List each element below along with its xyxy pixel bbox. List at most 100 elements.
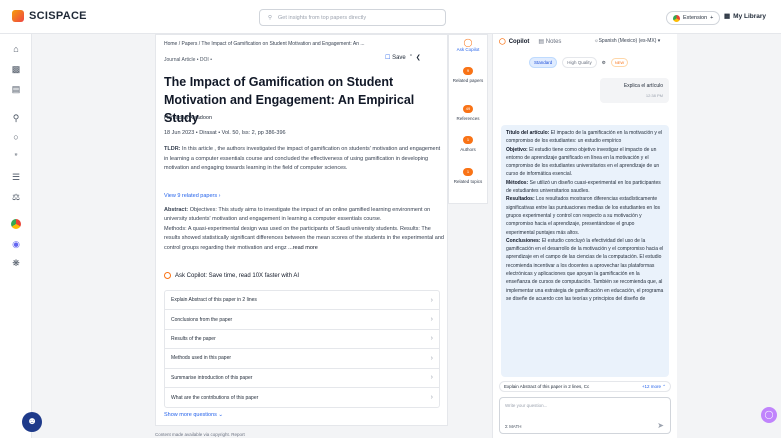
user-message-text: Explica el artículo bbox=[623, 83, 663, 89]
cite-icon[interactable]: ” bbox=[410, 55, 412, 61]
bookmark-icon: ☐ bbox=[385, 55, 391, 61]
side-rail: ◯ Ask Copilot 9 Related papers 49 Refere… bbox=[448, 34, 488, 204]
rail-references[interactable]: 49 References bbox=[449, 105, 487, 121]
answer-label: Resultados: bbox=[506, 196, 535, 203]
quote-icon[interactable]: ” bbox=[10, 151, 22, 163]
send-icon[interactable]: ➤ bbox=[657, 421, 664, 430]
save-button[interactable]: ☐ Save bbox=[385, 54, 406, 61]
search-input[interactable]: ⚲ Get insights from top papers directly bbox=[259, 9, 446, 26]
chevron-down-icon: ▾ bbox=[657, 38, 661, 44]
copilot-icon: ◯ bbox=[463, 38, 473, 47]
chevron-right-icon: › bbox=[430, 394, 433, 402]
count-badge: 1 bbox=[463, 168, 473, 176]
chevron-down-icon: ⌄ bbox=[218, 412, 224, 418]
tldr-section: TLDR: In this article , the authors inve… bbox=[164, 145, 444, 174]
mode-standard[interactable]: Standard bbox=[529, 57, 558, 68]
help-button[interactable]: ☻ bbox=[22, 412, 42, 432]
count-badge: 9 bbox=[463, 67, 473, 75]
count-badge: 1 bbox=[463, 136, 473, 144]
notes-icon: ▤ bbox=[538, 39, 545, 45]
rail-label: Related papers bbox=[452, 78, 484, 83]
question-input[interactable]: Write your question... Σ MATH ➤ bbox=[499, 397, 671, 434]
question-item[interactable]: Results of the paper › bbox=[165, 330, 439, 350]
answer-label: Métodos: bbox=[506, 179, 529, 186]
tab-notes[interactable]: ▤ Notes bbox=[538, 38, 561, 45]
search-placeholder: Get insights from top papers directly bbox=[278, 14, 367, 21]
mode-high-quality[interactable]: High Quality bbox=[562, 57, 597, 68]
app-logo[interactable]: SCISPACE bbox=[12, 10, 87, 22]
read-more-link[interactable]: ...read more bbox=[288, 245, 318, 251]
copilot-panel: ◯ Copilot ▤ Notes ☼Spanish (Mexico) (es-M… bbox=[492, 34, 677, 438]
related-papers-link[interactable]: View 9 related papers › bbox=[164, 193, 220, 199]
openai-icon[interactable]: ❋ bbox=[10, 257, 22, 269]
question-item[interactable]: What are the contributions of this paper… bbox=[165, 388, 439, 407]
app-name: SCISPACE bbox=[29, 10, 87, 22]
my-library-button[interactable]: ▦ My Library bbox=[724, 12, 767, 21]
language-label: Spanish (Mexico) (es-MX) bbox=[598, 38, 657, 44]
answer-label: Título del artículo: bbox=[506, 130, 550, 136]
abstract-section: Abstract: Objectives: This study aims to… bbox=[164, 206, 445, 253]
rail-label: References bbox=[456, 116, 480, 121]
copilot-icon: ◯ bbox=[764, 410, 774, 419]
search-icon: ⚲ bbox=[268, 14, 273, 21]
rail-related-topics[interactable]: 1 Related topics bbox=[449, 168, 487, 184]
chevron-right-icon: › bbox=[430, 316, 433, 324]
ask-copilot-banner: Ask Copilot: Save time, read 10X faster … bbox=[164, 272, 299, 279]
show-more-questions-button[interactable]: Show more questions ⌄ bbox=[164, 412, 223, 418]
tldr-text: In this article , the authors investigat… bbox=[164, 146, 441, 171]
document-icon[interactable]: ▤ bbox=[10, 83, 22, 95]
question-item[interactable]: Conclusions from the paper › bbox=[165, 310, 439, 330]
more-suggestions-button[interactable]: +12 more ⌃ bbox=[642, 384, 666, 390]
answer-text: Se utilizó un diseño cuasi-experimental … bbox=[506, 179, 661, 195]
copyright-note: Content made available via copyright. Re… bbox=[155, 432, 245, 437]
question-item[interactable]: Summarise introduction of this paper › bbox=[165, 369, 439, 388]
rail-authors[interactable]: 1 Authors bbox=[449, 136, 487, 152]
tab-copilot[interactable]: ◯ Copilot bbox=[499, 38, 529, 46]
library-icon[interactable]: ▩ bbox=[10, 63, 22, 75]
question-label: Results of the paper bbox=[171, 335, 216, 342]
question-placeholder: Write your question... bbox=[505, 403, 548, 408]
left-sidebar: ⌂ ▩ ▤ ⚲ ○ ” ☰ ⚖ ◉ ❋ bbox=[0, 34, 32, 438]
ask-copilot-text: Ask Copilot: Save time, read 10X faster … bbox=[175, 272, 300, 279]
copilot-icon bbox=[164, 272, 171, 279]
suggestion-bar[interactable]: Explain Abstract of this paper in 2 line… bbox=[499, 381, 671, 392]
answer-label: Conclusiones: bbox=[506, 237, 541, 244]
library-label: My Library bbox=[733, 12, 767, 20]
list-icon[interactable]: ☰ bbox=[10, 171, 22, 183]
tab-label: Notes bbox=[545, 39, 562, 45]
rail-label: Authors bbox=[460, 147, 476, 152]
breadcrumb[interactable]: Home / Papers / The Impact of Gamificati… bbox=[164, 41, 365, 47]
flask-icon[interactable]: ⚖ bbox=[10, 191, 22, 203]
search-icon[interactable]: ⚲ bbox=[10, 112, 22, 124]
language-select[interactable]: ☼Spanish (Mexico) (es-MX) ▾ bbox=[594, 38, 660, 44]
answer-text: El estudio tiene como objetivo investiga… bbox=[506, 146, 660, 178]
share-icon[interactable]: ❮ bbox=[416, 54, 421, 61]
chat-icon[interactable]: ○ bbox=[10, 131, 22, 143]
extension-label: Extension bbox=[683, 15, 708, 21]
discord-icon[interactable]: ◉ bbox=[10, 238, 22, 250]
question-item[interactable]: Methods used in this paper › bbox=[165, 349, 439, 369]
message-time: 12:38 PM bbox=[645, 93, 663, 98]
settings-icon[interactable]: ⚙ bbox=[602, 60, 606, 66]
abstract-label: Abstract: bbox=[164, 207, 189, 213]
chevron-right-icon: › bbox=[430, 335, 433, 343]
chrome-icon[interactable] bbox=[10, 219, 22, 231]
chevron-right-icon: › bbox=[430, 374, 433, 382]
chevron-right-icon: › bbox=[218, 193, 221, 199]
rail-ask-copilot[interactable]: ◯ Ask Copilot bbox=[449, 38, 487, 52]
publication-info: 18 Jun 2023 • Dirasat • Vol. 50, Iss: 2,… bbox=[164, 130, 286, 136]
floating-copilot-button[interactable]: ◯ bbox=[761, 407, 777, 423]
rail-related-papers[interactable]: 9 Related papers bbox=[449, 67, 487, 83]
math-toggle[interactable]: Σ MATH bbox=[505, 424, 521, 429]
paper-actions: ☐ Save ” ❮ bbox=[385, 54, 421, 62]
answer-text: El estudio concluyó la efectividad del u… bbox=[506, 237, 664, 302]
suggestion-text[interactable]: Explain Abstract of this paper in 2 line… bbox=[504, 384, 589, 389]
save-label: Save bbox=[392, 55, 406, 61]
question-item[interactable]: Explain Abstract of this paper in 2 line… bbox=[165, 291, 439, 311]
home-icon[interactable]: ⌂ bbox=[10, 43, 22, 55]
paper-author[interactable]: Hamadah Alsadoon bbox=[164, 115, 212, 121]
extension-button[interactable]: Extension + bbox=[666, 11, 721, 25]
top-bar: SCISPACE ⚲ Get insights from top papers … bbox=[0, 0, 781, 34]
question-label: Explain Abstract of this paper in 2 line… bbox=[171, 297, 257, 304]
show-more-label: Show more questions bbox=[164, 412, 217, 418]
